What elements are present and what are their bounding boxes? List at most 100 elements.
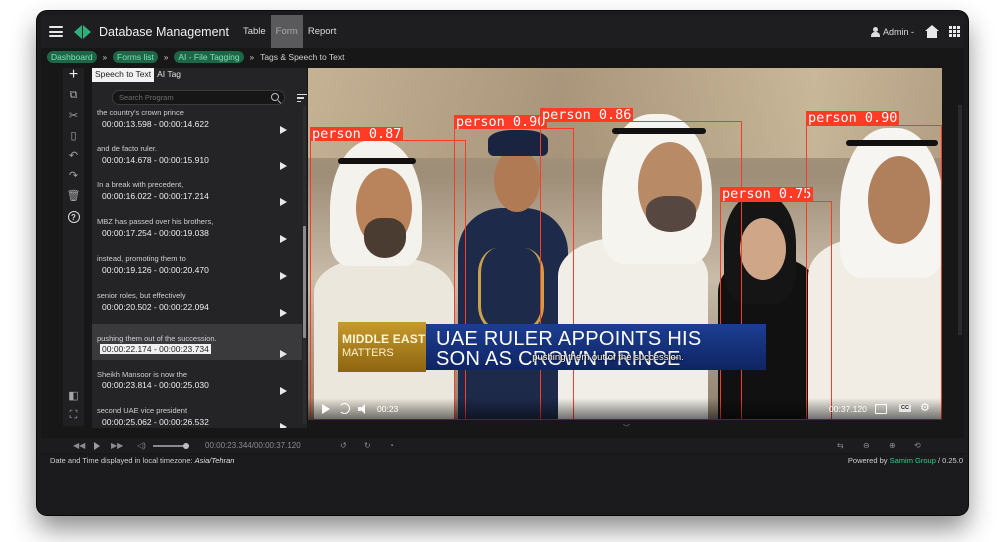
play-segment-icon[interactable] [280,126,287,134]
undo-icon[interactable]: ↶ [63,148,84,162]
detection-box [310,140,466,420]
breadcrumb-ai-file-tagging[interactable]: AI - File Tagging [174,51,244,63]
nav-item-table[interactable]: Table [238,15,271,48]
skip-back-icon[interactable]: ◀◀ [73,441,85,450]
volume-slider[interactable] [153,443,189,449]
picture-in-picture-icon[interactable] [875,404,887,414]
zoom-out-icon[interactable]: ⊖ [863,441,870,450]
segment-text: In a break with precedent, [97,180,184,189]
breadcrumb-forms-list[interactable]: Forms list [113,51,158,63]
segment-list-scrollbar[interactable] [303,106,306,424]
user-menu[interactable]: Admin - [870,26,914,37]
search-box [112,90,285,105]
detection-label: person 0.75 [720,186,814,202]
tab-ai-tag[interactable]: AI Tag [154,68,184,82]
video-player[interactable]: person 0.87 person 0.90 person 0.86 pers… [308,68,942,420]
segment-item-selected[interactable]: pushing them out of the succession. 00:0… [92,324,302,360]
redo-icon[interactable]: ↷ [63,168,84,182]
show-logo-line2: MATTERS [342,347,394,359]
segment-text: MBZ has passed over his brothers, [97,217,214,226]
search-input[interactable] [119,91,259,104]
timezone-note: Date and Time displayed in local timezon… [50,456,235,465]
home-icon[interactable] [925,25,939,38]
breadcrumb-dashboard[interactable]: Dashboard [47,51,97,63]
segment-text: senior roles, but effectively [97,291,186,300]
nav-item-form[interactable]: Form [270,15,303,48]
captions-icon[interactable]: CC [899,404,911,412]
show-logo-line1: MIDDLE EAST [342,332,426,346]
segment-item[interactable]: In a break with precedent, 00:00:16.022 … [92,178,302,214]
segment-item[interactable]: second UAE vice president 00:00:25.062 -… [92,396,302,428]
segment-item[interactable]: senior roles, but effectively 00:00:20.5… [92,288,302,324]
user-icon [870,26,880,37]
play-segment-icon[interactable] [280,387,287,395]
segment-time: 00:00:19.126 - 00:00:20.470 [102,265,209,275]
breadcrumb-separator-icon: » [249,52,255,62]
video-subtitle: pushing them out of the succession. [532,352,684,363]
help-icon[interactable]: ? [63,210,84,224]
rewind-icon[interactable] [339,403,350,414]
breadcrumb-separator-icon: » [102,52,108,62]
app-window: Database Management Table Form Report Ad… [37,11,968,515]
play-segment-icon[interactable] [280,162,287,170]
play-segment-icon[interactable] [280,309,287,317]
fit-icon[interactable]: ⇆ [837,441,844,450]
play-segment-icon[interactable] [280,272,287,280]
layout-icon[interactable]: ◧ [63,388,84,402]
top-bar: Database Management Table Form Report Ad… [41,15,964,48]
tab-speech-to-text[interactable]: Speech to Text [92,68,155,82]
fullscreen-icon[interactable]: ⛶ [63,408,84,422]
segment-item[interactable]: the country's crown prince 00:00:13.598 … [92,106,302,142]
play-segment-icon[interactable] [280,423,287,428]
sort-icon[interactable] [297,94,307,102]
segment-item[interactable]: instead, promoting them to 00:00:19.126 … [92,251,302,287]
skip-forward-icon[interactable]: ▶▶ [111,441,123,450]
volume-icon[interactable] [358,404,370,414]
brand-link[interactable]: Samim Group [890,456,936,465]
show-logo: MIDDLE EAST MATTERS [338,322,426,372]
repeat-icon[interactable]: ↻ [364,441,371,450]
trash-icon[interactable]: 🗑 [63,188,84,202]
play-segment-icon[interactable] [280,350,287,358]
segment-time: 00:00:17.254 - 00:00:19.038 [102,228,209,238]
timeline-volume-icon[interactable]: ◁) [137,441,146,450]
segment-text: instead, promoting them to [97,254,186,263]
paste-icon[interactable]: ▯ [63,128,84,142]
nav-item-report[interactable]: Report [303,15,342,48]
search-icon[interactable] [271,93,279,101]
play-segment-icon[interactable] [280,235,287,243]
editor-toolbar: + ⧉ ✂ ▯ ↶ ↷ 🗑 ? ◧ ⛶ [63,67,84,426]
loop-icon[interactable]: ↺ [340,441,347,450]
app-logo-icon [74,24,92,39]
add-icon[interactable]: + [63,67,84,83]
powered-by: Powered by Samim Group / 0.25.0 [847,456,963,465]
transcript-panel: Speech to Text AI Tag the country's crow… [92,68,307,428]
current-time: 00:23 [377,404,399,414]
copy-icon[interactable]: ⧉ [63,88,84,102]
play-segment-icon[interactable] [280,198,287,206]
play-icon[interactable] [322,404,330,414]
segment-text: second UAE vice president [97,406,188,415]
collapse-chevron-icon[interactable]: ﹀ [623,423,630,433]
page-scrollbar[interactable] [958,105,962,335]
settings-gear-icon[interactable]: ⚙ [920,402,930,414]
speed-icon[interactable]: ◔ [389,441,394,450]
timeline-play-icon[interactable] [94,442,100,450]
apps-grid-icon[interactable] [949,26,960,37]
headline-banner: UAE RULER APPOINTS HIS SON AS CROWN PRIN… [426,324,766,370]
segment-item[interactable]: and de facto ruler. 00:00:14.678 - 00:00… [92,142,302,178]
timezone-value: Asia/Tehran [194,456,235,465]
footer: Date and Time displayed in local timezon… [37,454,968,468]
segment-item[interactable]: MBZ has passed over his brothers, 00:00:… [92,214,302,250]
menu-icon[interactable] [49,26,63,37]
scissors-icon[interactable]: ✂ [63,108,84,122]
reset-icon[interactable]: ⟲ [914,441,921,450]
segment-item[interactable]: Sheikh Mansoor is now the 00:00:23.814 -… [92,360,302,396]
segment-text: and de facto ruler. [97,144,158,153]
segment-text: pushing them out of the succession. [97,334,217,343]
detection-label: person 0.90 [454,114,548,130]
app-title: Database Management [99,24,229,39]
zoom-in-icon[interactable]: ⊕ [889,441,896,450]
segment-text: Sheikh Mansoor is now the [97,370,188,379]
news-lower-third: MIDDLE EAST MATTERS UAE RULER APPOINTS H… [338,322,766,372]
